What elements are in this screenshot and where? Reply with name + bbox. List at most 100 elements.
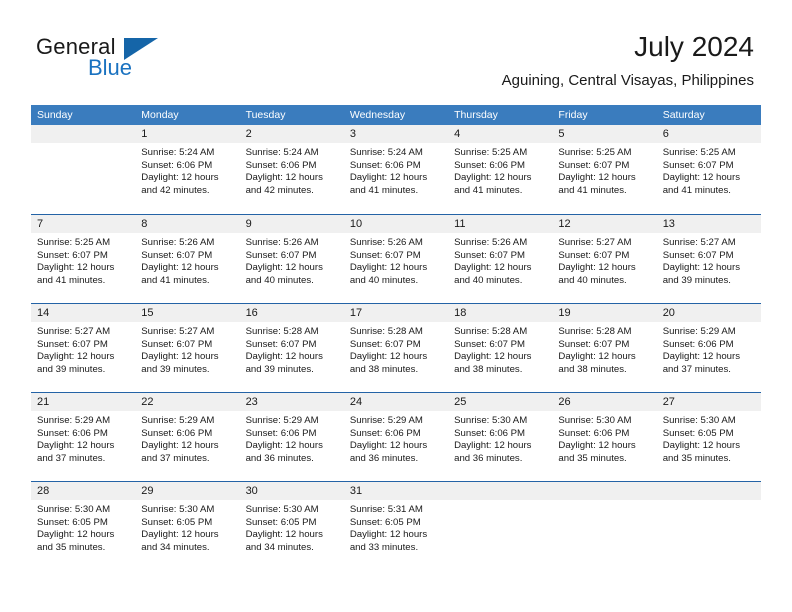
weekday-header-row: Sunday Monday Tuesday Wednesday Thursday Frid… <box>31 105 761 125</box>
calendar-week-row: 7 Sunrise: 5:25 AM Sunset: 6:07 PM Daylight… <box>31 214 761 303</box>
day-cell[interactable]: 31 Sunrise: 5:31 AM Sunset: 6:05 PM Dayligh… <box>343 482 449 570</box>
day-number: 28 <box>31 482 136 500</box>
day-cell[interactable]: 4 Sunrise: 5:25 AM Sunset: 6:06 PM Daylight… <box>448 125 553 214</box>
calendar-weeks: 1 Sunrise: 5:24 AM Sunset: 6:06 PM Daylight… <box>31 125 761 570</box>
day-sunrise-text: Sunrise: 5:26 AM <box>245 237 319 248</box>
day-sunrise-text: Sunrise: 5:30 AM <box>37 504 111 515</box>
day-cell[interactable]: 9 Sunrise: 5:26 AM Sunset: 6:07 PM Daylight… <box>239 215 344 303</box>
day-sunrise-text: Sunrise: 5:24 AM <box>141 147 215 158</box>
day-sunset-text: Sunset: 6:07 PM <box>141 338 213 350</box>
day-sunset-text: Sunset: 6:07 PM <box>558 249 630 261</box>
day-cell[interactable]: 10 Sunrise: 5:26 AM Sunset: 6:07 PM Dayligh… <box>343 215 449 303</box>
day-sunrise-text: Sunrise: 5:29 AM <box>349 415 423 426</box>
day-sun-info: Sunrise: 5:28 AM Sunset: 6:07 PM Daylight:… <box>552 322 656 376</box>
day-daylight-line1-text: Daylight: 12 hours <box>349 351 428 363</box>
day-daylight-line1-text: Daylight: 12 hours <box>141 351 219 363</box>
day-sun-info: Sunrise: 5:27 AM Sunset: 6:07 PM Daylight:… <box>657 233 761 287</box>
day-daylight-line1-text: Daylight: 12 hours <box>454 351 532 363</box>
day-sunset-text: Sunset: 6:06 PM <box>558 427 630 439</box>
day-daylight-line1-text: Daylight: 12 hours <box>349 262 428 274</box>
day-sun-info: Sunrise: 5:31 AM Sunset: 6:05 PM Daylight:… <box>344 500 448 554</box>
day-number: 22 <box>135 393 240 411</box>
day-sunset-text: Sunset: 6:06 PM <box>37 427 108 439</box>
brand-logo[interactable]: General Blue <box>36 36 236 84</box>
title-block: July 2024 Aguining, Central Visayas, Phi… <box>502 30 754 90</box>
day-cell[interactable]: 26 Sunrise: 5:30 AM Sunset: 6:06 PM Dayligh… <box>552 393 657 481</box>
day-sun-info: Sunrise: 5:29 AM Sunset: 6:06 PM Daylight:… <box>657 322 761 376</box>
day-sunrise-text: Sunrise: 5:26 AM <box>349 237 423 248</box>
day-number: 16 <box>239 304 344 322</box>
day-daylight-line2-text: and 37 minutes. <box>37 452 106 464</box>
day-number <box>656 482 761 500</box>
day-daylight-line2-text: and 40 minutes. <box>558 274 627 286</box>
weekday-header-wednesday: Wednesday <box>349 109 406 121</box>
calendar-week-row: 14 Sunrise: 5:27 AM Sunset: 6:07 PM Dayligh… <box>31 303 761 392</box>
day-sunset-text: Sunset: 6:06 PM <box>141 427 213 439</box>
day-daylight-line1-text: Daylight: 12 hours <box>245 172 323 184</box>
day-sun-info: Sunrise: 5:27 AM Sunset: 6:07 PM Daylight:… <box>552 233 656 287</box>
day-cell[interactable]: 7 Sunrise: 5:25 AM Sunset: 6:07 PM Daylight… <box>31 215 136 303</box>
day-cell[interactable]: 19 Sunrise: 5:28 AM Sunset: 6:07 PM Dayligh… <box>552 304 657 392</box>
day-cell[interactable]: 8 Sunrise: 5:26 AM Sunset: 6:07 PM Daylight… <box>135 215 240 303</box>
day-daylight-line1-text: Daylight: 12 hours <box>141 172 219 184</box>
day-cell[interactable]: 20 Sunrise: 5:29 AM Sunset: 6:06 PM Dayligh… <box>656 304 761 392</box>
day-daylight-line1-text: Daylight: 12 hours <box>141 262 219 274</box>
day-daylight-line2-text: and 39 minutes. <box>141 363 210 375</box>
weekday-header-sunday: Sunday <box>37 109 73 121</box>
day-number: 1 <box>135 125 240 143</box>
day-daylight-line2-text: and 38 minutes. <box>558 363 627 375</box>
day-cell[interactable]: 18 Sunrise: 5:28 AM Sunset: 6:07 PM Dayligh… <box>448 304 553 392</box>
day-cell[interactable]: 6 Sunrise: 5:25 AM Sunset: 6:07 PM Daylight… <box>656 125 761 214</box>
day-cell[interactable]: 24 Sunrise: 5:29 AM Sunset: 6:06 PM Dayligh… <box>343 393 449 481</box>
day-cell[interactable]: 13 Sunrise: 5:27 AM Sunset: 6:07 PM Dayligh… <box>656 215 761 303</box>
day-number: 8 <box>135 215 240 233</box>
day-sun-info: Sunrise: 5:30 AM Sunset: 6:06 PM Daylight:… <box>448 411 552 465</box>
weekday-header-saturday: Saturday <box>662 109 705 121</box>
page-header: General Blue July 2024 Aguining, Central… <box>0 0 792 104</box>
day-cell[interactable]: 3 Sunrise: 5:24 AM Sunset: 6:06 PM Daylight… <box>343 125 449 214</box>
day-sunset-text: Sunset: 6:05 PM <box>141 516 213 528</box>
day-sunset-text: Sunset: 6:06 PM <box>349 159 421 171</box>
day-sun-info: Sunrise: 5:30 AM Sunset: 6:05 PM Daylight:… <box>135 500 239 554</box>
day-cell[interactable]: 1 Sunrise: 5:24 AM Sunset: 6:06 PM Daylight… <box>135 125 240 214</box>
day-number: 18 <box>448 304 553 322</box>
day-cell[interactable]: 14 Sunrise: 5:27 AM Sunset: 6:07 PM Dayligh… <box>31 304 136 392</box>
day-cell[interactable]: 11 Sunrise: 5:26 AM Sunset: 6:07 PM Dayligh… <box>448 215 553 303</box>
day-daylight-line2-text: and 42 minutes. <box>141 184 210 196</box>
day-cell[interactable]: 27 Sunrise: 5:30 AM Sunset: 6:05 PM Dayligh… <box>656 393 761 481</box>
day-cell[interactable]: 30 Sunrise: 5:30 AM Sunset: 6:05 PM Dayligh… <box>239 482 344 570</box>
day-daylight-line2-text: and 38 minutes. <box>349 363 419 375</box>
day-cell[interactable]: 23 Sunrise: 5:29 AM Sunset: 6:06 PM Dayligh… <box>239 393 344 481</box>
day-cell[interactable]: 15 Sunrise: 5:27 AM Sunset: 6:07 PM Dayligh… <box>135 304 240 392</box>
day-sunset-text: Sunset: 6:07 PM <box>245 249 317 261</box>
day-sunrise-text: Sunrise: 5:24 AM <box>245 147 319 158</box>
day-number: 31 <box>343 482 449 500</box>
day-daylight-line1-text: Daylight: 12 hours <box>245 440 323 452</box>
day-number: 3 <box>343 125 449 143</box>
day-cell[interactable]: 21 Sunrise: 5:29 AM Sunset: 6:06 PM Dayligh… <box>31 393 136 481</box>
day-number: 23 <box>239 393 344 411</box>
day-cell[interactable]: 28 Sunrise: 5:30 AM Sunset: 6:05 PM Dayligh… <box>31 482 136 570</box>
day-cell[interactable]: 12 Sunrise: 5:27 AM Sunset: 6:07 PM Dayligh… <box>552 215 657 303</box>
day-cell[interactable]: 17 Sunrise: 5:28 AM Sunset: 6:07 PM Dayligh… <box>343 304 449 392</box>
weekday-header-monday: Monday <box>141 109 179 121</box>
day-daylight-line2-text: and 37 minutes. <box>662 363 731 375</box>
day-sunrise-text: Sunrise: 5:27 AM <box>558 237 632 248</box>
weekday-header-friday: Friday <box>558 109 588 121</box>
day-sunset-text: Sunset: 6:06 PM <box>349 427 421 439</box>
day-sun-info: Sunrise: 5:24 AM Sunset: 6:06 PM Daylight:… <box>240 143 344 197</box>
day-number: 13 <box>656 215 761 233</box>
day-cell[interactable]: 25 Sunrise: 5:30 AM Sunset: 6:06 PM Dayligh… <box>448 393 553 481</box>
day-sunset-text: Sunset: 6:07 PM <box>454 249 526 261</box>
day-cell[interactable]: 29 Sunrise: 5:30 AM Sunset: 6:05 PM Dayligh… <box>135 482 240 570</box>
day-daylight-line2-text: and 39 minutes. <box>662 274 731 286</box>
day-sunset-text: Sunset: 6:05 PM <box>349 516 421 528</box>
day-daylight-line2-text: and 35 minutes. <box>37 541 106 553</box>
day-daylight-line2-text: and 34 minutes. <box>245 541 314 553</box>
day-cell[interactable]: 2 Sunrise: 5:24 AM Sunset: 6:06 PM Daylight… <box>239 125 344 214</box>
day-cell[interactable]: 5 Sunrise: 5:25 AM Sunset: 6:07 PM Daylight… <box>552 125 657 214</box>
day-daylight-line2-text: and 36 minutes. <box>454 452 523 464</box>
day-sunrise-text: Sunrise: 5:25 AM <box>37 237 111 248</box>
day-cell[interactable]: 22 Sunrise: 5:29 AM Sunset: 6:06 PM Dayligh… <box>135 393 240 481</box>
day-cell[interactable]: 16 Sunrise: 5:28 AM Sunset: 6:07 PM Dayligh… <box>239 304 344 392</box>
